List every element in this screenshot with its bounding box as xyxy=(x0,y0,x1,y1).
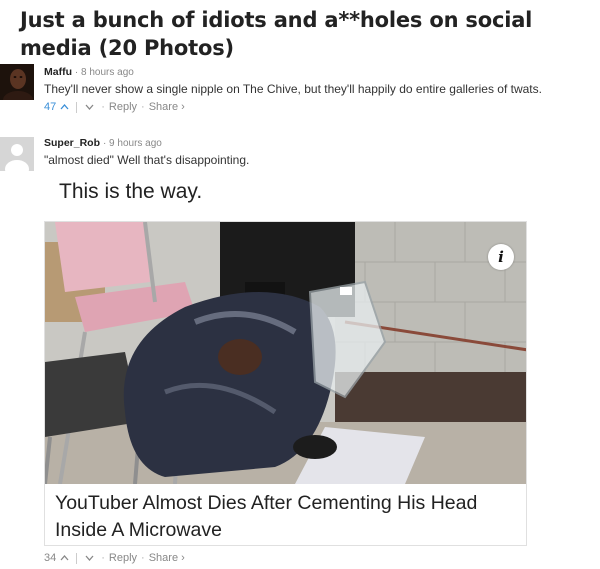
embedded-article-card[interactable]: i YouTuber Almost Dies After Cementing H… xyxy=(44,221,527,546)
photo-scene xyxy=(45,222,526,484)
share-link[interactable]: Share › xyxy=(149,552,185,564)
embed-caption: This is the way. xyxy=(59,180,203,203)
timestamp: 9 hours ago xyxy=(109,138,162,149)
comment-maffu: Maffu · 8 hours ago They'll never show a… xyxy=(0,62,600,114)
comment-actions: 47 · Reply · Share › xyxy=(44,101,185,113)
avatar-default-icon[interactable] xyxy=(0,137,34,171)
info-icon[interactable]: i xyxy=(488,244,514,270)
upvote-icon[interactable] xyxy=(58,101,70,113)
article-headline[interactable]: YouTuber Almost Dies After Cementing His… xyxy=(55,490,520,544)
upvote-icon[interactable] xyxy=(58,552,70,564)
page-title: Just a bunch of idiots and a**holes on s… xyxy=(20,8,533,60)
reply-link[interactable]: Reply xyxy=(109,552,137,564)
comment-text: They'll never show a single nipple on Th… xyxy=(44,82,542,96)
vote-count: 34 xyxy=(44,552,57,564)
username[interactable]: Maffu xyxy=(44,66,72,78)
article-photo[interactable]: i xyxy=(45,222,526,484)
username[interactable]: Super_Rob xyxy=(44,137,100,149)
comment-text: "almost died" Well that's disappointing. xyxy=(44,153,250,167)
downvote-icon[interactable] xyxy=(83,552,95,564)
timestamp: 8 hours ago xyxy=(81,67,134,78)
vote-divider xyxy=(76,552,78,564)
vote-count: 47 xyxy=(44,101,57,113)
share-link[interactable]: Share › xyxy=(149,101,185,113)
reply-link[interactable]: Reply xyxy=(109,101,137,113)
comment-header: Super_Rob · 9 hours ago xyxy=(44,137,162,149)
comment-header: Maffu · 8 hours ago xyxy=(44,66,134,78)
comment-actions: 34 · Reply · Share › xyxy=(44,552,185,564)
avatar-maffu[interactable] xyxy=(0,64,34,100)
avatar-photo xyxy=(0,64,34,100)
downvote-icon[interactable] xyxy=(83,101,95,113)
vote-divider xyxy=(76,101,78,113)
